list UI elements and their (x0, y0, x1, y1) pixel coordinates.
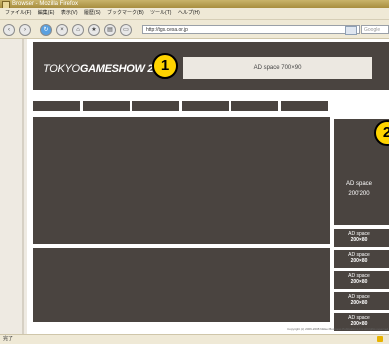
menu-tools[interactable]: ツール(T) (150, 8, 171, 19)
top-ad-space[interactable]: AD space 700×90 (183, 57, 372, 79)
page-left-border (22, 39, 24, 334)
menu-help[interactable]: ヘルプ(H) (178, 8, 200, 19)
search-input[interactable]: Google (361, 25, 389, 34)
menu-view[interactable]: 表示(V) (61, 8, 78, 19)
browser-window: Browser - Mozilla Firefox ファイル(F) 編集(E) … (0, 0, 389, 344)
nav-tab-3[interactable] (132, 101, 179, 111)
nav-tab-5[interactable] (231, 101, 278, 111)
main-content-area (33, 117, 330, 244)
marker-1: 1 (152, 53, 178, 79)
secondary-content-area (33, 248, 330, 322)
nav-tab-4[interactable] (182, 101, 229, 111)
side-ad-large-text: AD space 200'200 (345, 181, 372, 197)
go-icon[interactable] (345, 26, 357, 35)
page-icon[interactable]: ▭ (120, 24, 132, 36)
print-icon[interactable]: ▤ (104, 24, 116, 36)
global-nav (33, 101, 389, 111)
menu-file[interactable]: ファイル(F) (5, 8, 31, 19)
forward-icon[interactable]: › (19, 24, 31, 36)
side-ad-small-1[interactable]: AD space 200×80 (334, 229, 389, 247)
title-bar: Browser - Mozilla Firefox (0, 0, 389, 9)
nav-tab-6[interactable] (281, 101, 328, 111)
navigation-toolbar: ‹ › ↻ × ⌂ ★ ▤ ▭ http://tgs.cesa.or.jp Go… (0, 20, 389, 39)
side-ad-small-3[interactable]: AD space 200×80 (334, 271, 389, 289)
page-layout: TOKYOGAMESHOW 2008 1 AD space 700×90 AD … (27, 39, 389, 334)
reload-icon[interactable]: ↻ (40, 24, 52, 36)
menu-bookmarks[interactable]: ブックマーク(B) (107, 8, 144, 19)
menu-bar: ファイル(F) 編集(E) 表示(V) 履歴(S) ブックマーク(B) ツール(… (0, 8, 389, 20)
menu-history[interactable]: 履歴(S) (84, 8, 101, 19)
side-ad-small-2[interactable]: AD space 200×80 (334, 250, 389, 268)
stop-icon[interactable]: × (56, 24, 68, 36)
lock-icon (377, 336, 383, 342)
url-bar[interactable]: http://tgs.cesa.or.jp (142, 25, 360, 34)
status-text: 完了 (3, 336, 14, 342)
site-header: TOKYOGAMESHOW 2008 1 AD space 700×90 (33, 42, 389, 90)
bookmark-icon[interactable]: ★ (88, 24, 100, 36)
copyright-text: Copyright (c) 2006-2008 Nikkei Business … (287, 327, 389, 331)
nav-tab-2[interactable] (83, 101, 130, 111)
side-ad-small-4[interactable]: AD space 200×80 (334, 292, 389, 310)
home-icon[interactable]: ⌂ (72, 24, 84, 36)
menu-edit[interactable]: 編集(E) (38, 8, 55, 19)
back-icon[interactable]: ‹ (3, 24, 15, 36)
page-viewport: TOKYOGAMESHOW 2008 1 AD space 700×90 AD … (0, 39, 389, 334)
window-title: Browser - Mozilla Firefox (12, 1, 79, 7)
nav-tab-1[interactable] (33, 101, 80, 111)
